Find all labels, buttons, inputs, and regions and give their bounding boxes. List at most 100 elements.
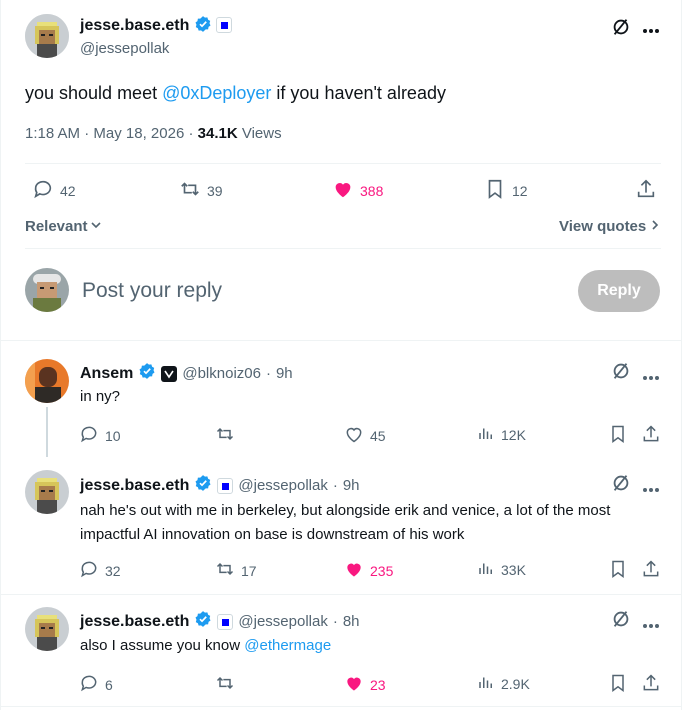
reply-avatar[interactable]: [25, 470, 69, 514]
repost-count: 39: [207, 182, 223, 199]
reply-button[interactable]: 32: [79, 559, 121, 582]
reply-button[interactable]: 42: [32, 178, 76, 203]
more-icon[interactable]: [642, 21, 660, 39]
meta-separator: ·: [84, 125, 90, 142]
more-icon[interactable]: [642, 480, 660, 498]
view-quotes-link[interactable]: View quotes: [559, 218, 660, 235]
views-label: Views: [241, 125, 282, 142]
reply-icon: [79, 424, 99, 447]
reply-avatar[interactable]: [25, 359, 69, 403]
like-icon: [332, 178, 354, 203]
chevron-down-icon: [90, 218, 102, 235]
grok-icon[interactable]: [610, 472, 632, 499]
affiliation-badge[interactable]: [161, 365, 178, 382]
author-avatar[interactable]: [25, 14, 69, 58]
divider: [25, 248, 661, 249]
author-line: jesse.base.eth: [80, 15, 233, 38]
meta-separator: ·: [265, 365, 271, 382]
verified-icon: [194, 474, 212, 497]
bookmark-icon: [608, 673, 628, 696]
tweet-text: you should meet @0xDeployer if you haven…: [25, 81, 446, 105]
view-quotes-label: View quotes: [559, 218, 647, 235]
like-button[interactable]: 388: [332, 178, 383, 203]
affiliation-badge[interactable]: [216, 17, 233, 33]
reply-avatar[interactable]: [25, 607, 69, 651]
like-icon: [344, 673, 364, 696]
reply-author-name[interactable]: Ansem: [80, 365, 133, 383]
sort-label: Relevant: [25, 218, 88, 235]
reply-button[interactable]: 6: [79, 673, 113, 696]
reply-header: jesse.base.eth @jessepollak · 9h: [80, 474, 360, 497]
divider: [1, 340, 682, 341]
share-icon: [641, 559, 661, 582]
share-icon: [641, 424, 661, 447]
views-button[interactable]: 12K: [477, 424, 526, 445]
reply-author-handle[interactable]: @jessepollak: [238, 477, 327, 494]
verified-icon: [138, 362, 156, 385]
affiliation-badge[interactable]: [217, 477, 234, 494]
reply-time[interactable]: 9h: [343, 477, 360, 494]
bookmark-icon: [608, 559, 628, 582]
bookmark-button[interactable]: 12: [484, 178, 528, 203]
reply-author-name[interactable]: jesse.base.eth: [80, 477, 189, 495]
reply-text: nah he's out with me in berkeley, but al…: [80, 502, 611, 543]
more-icon[interactable]: [642, 616, 660, 634]
share-button[interactable]: [641, 559, 661, 582]
bookmark-button[interactable]: [608, 559, 628, 582]
like-button[interactable]: 235: [344, 559, 393, 582]
views-button[interactable]: 2.9K: [477, 673, 530, 694]
current-user-avatar[interactable]: [25, 268, 69, 312]
reply-icon: [79, 559, 99, 582]
reply-text: also I assume you know @ethermage: [80, 635, 331, 657]
repost-button[interactable]: 17: [215, 559, 257, 582]
more-icon[interactable]: [642, 368, 660, 386]
reply-count: 10: [105, 427, 121, 444]
thread-line: [46, 407, 48, 457]
like-count: 45: [370, 427, 386, 444]
repost-button[interactable]: [215, 424, 235, 447]
tweet-meta: 1:18 AM · May 18, 2026 · 34.1K Views: [25, 125, 282, 142]
reply-time[interactable]: 9h: [276, 365, 293, 382]
reply-author-name[interactable]: jesse.base.eth: [80, 613, 189, 631]
post-detail-view: jesse.base.eth @jessepollak you should m…: [0, 0, 682, 710]
divider: [1, 706, 682, 707]
author-name[interactable]: jesse.base.eth: [80, 17, 189, 34]
reply-time[interactable]: 8h: [343, 613, 360, 630]
reply-author-handle[interactable]: @jessepollak: [238, 613, 327, 630]
tweet-time[interactable]: 1:18 AM: [25, 125, 80, 142]
reply-submit-button[interactable]: Reply: [578, 270, 660, 312]
reply-button[interactable]: 10: [79, 424, 121, 447]
like-count: 23: [370, 676, 386, 693]
views-button[interactable]: 33K: [477, 559, 526, 580]
repost-button[interactable]: [215, 673, 235, 696]
reply-text: in ny?: [80, 388, 121, 405]
mention-link[interactable]: @0xDeployer: [162, 83, 271, 103]
share-icon: [641, 673, 661, 696]
sort-dropdown[interactable]: Relevant: [25, 218, 102, 235]
like-button[interactable]: 23: [344, 673, 386, 696]
affiliation-badge[interactable]: [217, 613, 234, 630]
grok-icon[interactable]: [610, 608, 632, 635]
reply-input[interactable]: Post your reply: [82, 279, 222, 303]
meta-separator: ·: [332, 477, 338, 494]
repost-icon: [179, 178, 201, 203]
mention-link[interactable]: @ethermage: [244, 637, 331, 654]
reply-icon: [32, 178, 54, 203]
like-button[interactable]: 45: [344, 424, 386, 447]
tweet-date[interactable]: May 18, 2026: [93, 125, 184, 142]
bookmark-button[interactable]: [608, 673, 628, 696]
views-count: 33K: [501, 561, 526, 578]
share-button[interactable]: [635, 178, 657, 203]
grok-icon[interactable]: [610, 16, 632, 43]
repost-icon: [215, 424, 235, 447]
share-button[interactable]: [641, 673, 661, 696]
bookmark-icon: [608, 424, 628, 447]
views-icon: [477, 559, 495, 580]
bookmark-button[interactable]: [608, 424, 628, 447]
author-handle[interactable]: @jessepollak: [80, 40, 169, 57]
reply-author-handle[interactable]: @blknoiz06: [182, 365, 261, 382]
grok-icon[interactable]: [610, 360, 632, 387]
repost-button[interactable]: 39: [179, 178, 223, 203]
reply-header: Ansem @blknoiz06 · 9h: [80, 362, 293, 385]
share-button[interactable]: [641, 424, 661, 447]
